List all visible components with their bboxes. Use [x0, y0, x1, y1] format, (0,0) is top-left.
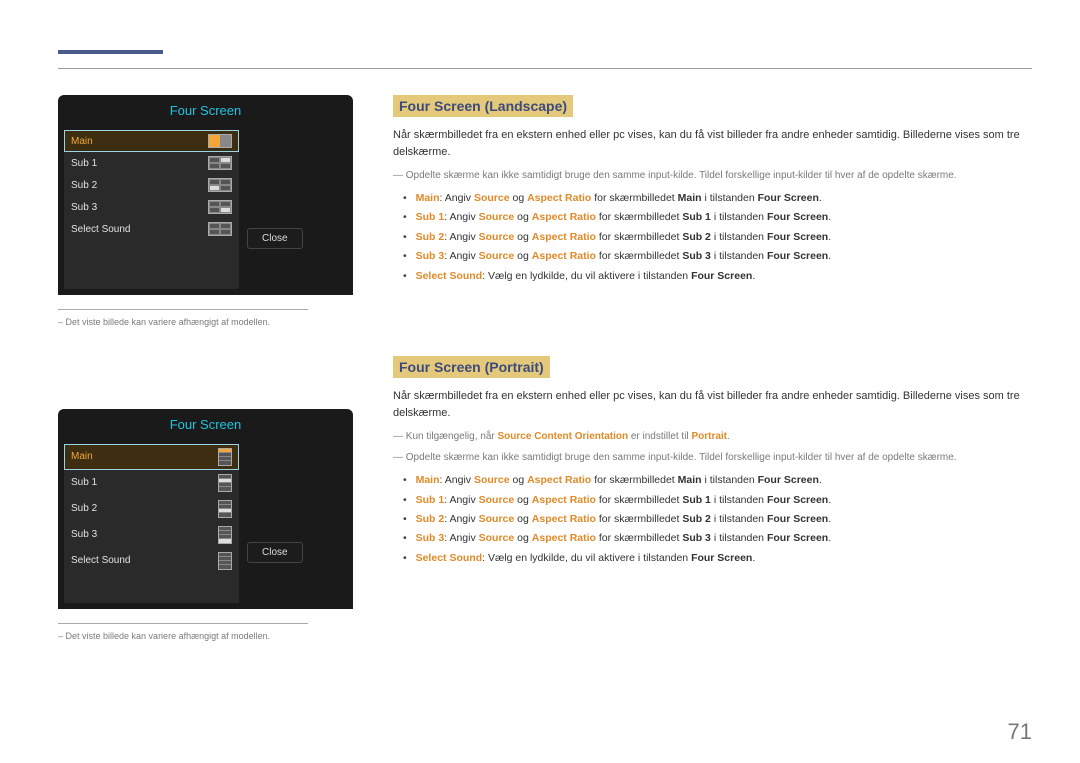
page-number: 71	[1008, 719, 1032, 745]
osd-item-sub1[interactable]: Sub 1	[64, 152, 239, 174]
bullet-sub1: Sub 1: Angiv Source og Aspect Ratio for …	[415, 491, 1032, 510]
osd-close-button[interactable]: Close	[247, 228, 303, 249]
osd-item-label: Sub 1	[71, 477, 97, 488]
left-column: Four Screen Main Sub 1 Sub 2	[58, 95, 353, 642]
osd-item-sub3[interactable]: Sub 3	[64, 196, 239, 218]
osd-item-label: Sub 3	[71, 202, 97, 213]
osd-panel-landscape: Four Screen Main Sub 1 Sub 2	[58, 95, 353, 295]
osd-item-label: Sub 1	[71, 158, 97, 169]
osd-item-sub1[interactable]: Sub 1	[64, 470, 239, 496]
model-note: Det viste billede kan variere afhængigt …	[58, 630, 353, 643]
bullet-sub3: Sub 3: Angiv Source og Aspect Ratio for …	[415, 247, 1032, 266]
model-note: Det viste billede kan variere afhængigt …	[58, 316, 353, 329]
bullet-sub2: Sub 2: Angiv Source og Aspect Ratio for …	[415, 510, 1032, 529]
bullet-main: Main: Angiv Source og Aspect Ratio for s…	[415, 471, 1032, 490]
section-intro: Når skærmbilledet fra en ekstern enhed e…	[393, 388, 1032, 421]
bullet-sub1: Sub 1: Angiv Source og Aspect Ratio for …	[415, 208, 1032, 227]
bullet-main: Main: Angiv Source og Aspect Ratio for s…	[415, 189, 1032, 208]
osd-item-sub2[interactable]: Sub 2	[64, 496, 239, 522]
osd-item-label: Select Sound	[71, 224, 131, 235]
osd-close-button[interactable]: Close	[247, 542, 303, 563]
layout-icon-main-landscape	[208, 134, 232, 148]
osd-item-select-sound[interactable]: Select Sound	[64, 548, 239, 574]
bullet-select-sound: Select Sound: Vælg en lydkilde, du vil a…	[415, 549, 1032, 568]
header-accent-bar	[58, 50, 163, 54]
section-intro: Når skærmbilledet fra en ekstern enhed e…	[393, 127, 1032, 160]
osd-item-sub3[interactable]: Sub 3	[64, 522, 239, 548]
osd-item-label: Select Sound	[71, 555, 131, 566]
note-rule	[58, 309, 308, 310]
osd-item-label: Sub 2	[71, 503, 97, 514]
osd-item-main[interactable]: Main	[64, 130, 239, 152]
right-column: Four Screen (Landscape) Når skærmbillede…	[393, 95, 1032, 642]
bullet-list: Main: Angiv Source og Aspect Ratio for s…	[393, 471, 1032, 568]
layout-icon-sub1-portrait	[218, 474, 232, 492]
section-heading-landscape: Four Screen (Landscape)	[393, 95, 573, 117]
osd-list: Main Sub 1 Sub 2 Sub 3	[64, 130, 239, 289]
header-rule	[58, 68, 1032, 69]
osd-item-label: Sub 2	[71, 180, 97, 191]
osd-item-label: Sub 3	[71, 529, 97, 540]
layout-icon-main-portrait	[218, 448, 232, 466]
layout-icon-sub2-portrait	[218, 500, 232, 518]
bullet-list: Main: Angiv Source og Aspect Ratio for s…	[393, 189, 1032, 286]
osd-panel-portrait: Four Screen Main Sub 1 Sub 2	[58, 409, 353, 609]
osd-item-label: Main	[71, 136, 93, 147]
osd-item-main[interactable]: Main	[64, 444, 239, 470]
layout-icon-sub3-portrait	[218, 526, 232, 544]
section-heading-portrait: Four Screen (Portrait)	[393, 356, 550, 378]
osd-title: Four Screen	[58, 417, 353, 438]
layout-icon-sound-portrait	[218, 552, 232, 570]
section-portrait: Four Screen (Portrait) Når skærmbilledet…	[393, 356, 1032, 568]
layout-icon-sub3-landscape	[208, 200, 232, 214]
dash-note: Opdelte skærme kan ikke samtidigt bruge …	[407, 450, 1032, 465]
layout-icon-sound-landscape	[208, 222, 232, 236]
bullet-sub2: Sub 2: Angiv Source og Aspect Ratio for …	[415, 228, 1032, 247]
osd-item-select-sound[interactable]: Select Sound	[64, 218, 239, 240]
section-landscape: Four Screen (Landscape) Når skærmbillede…	[393, 95, 1032, 286]
bullet-select-sound: Select Sound: Vælg en lydkilde, du vil a…	[415, 267, 1032, 286]
layout-icon-sub1-landscape	[208, 156, 232, 170]
osd-list: Main Sub 1 Sub 2 Sub 3	[64, 444, 239, 603]
osd-item-sub2[interactable]: Sub 2	[64, 174, 239, 196]
dash-note-orientation: Kun tilgængelig, når Source Content Orie…	[407, 429, 1032, 444]
dash-note: Opdelte skærme kan ikke samtidigt bruge …	[407, 168, 1032, 183]
osd-item-label: Main	[71, 451, 93, 462]
bullet-sub3: Sub 3: Angiv Source og Aspect Ratio for …	[415, 529, 1032, 548]
layout-icon-sub2-landscape	[208, 178, 232, 192]
osd-title: Four Screen	[58, 103, 353, 124]
note-rule	[58, 623, 308, 624]
